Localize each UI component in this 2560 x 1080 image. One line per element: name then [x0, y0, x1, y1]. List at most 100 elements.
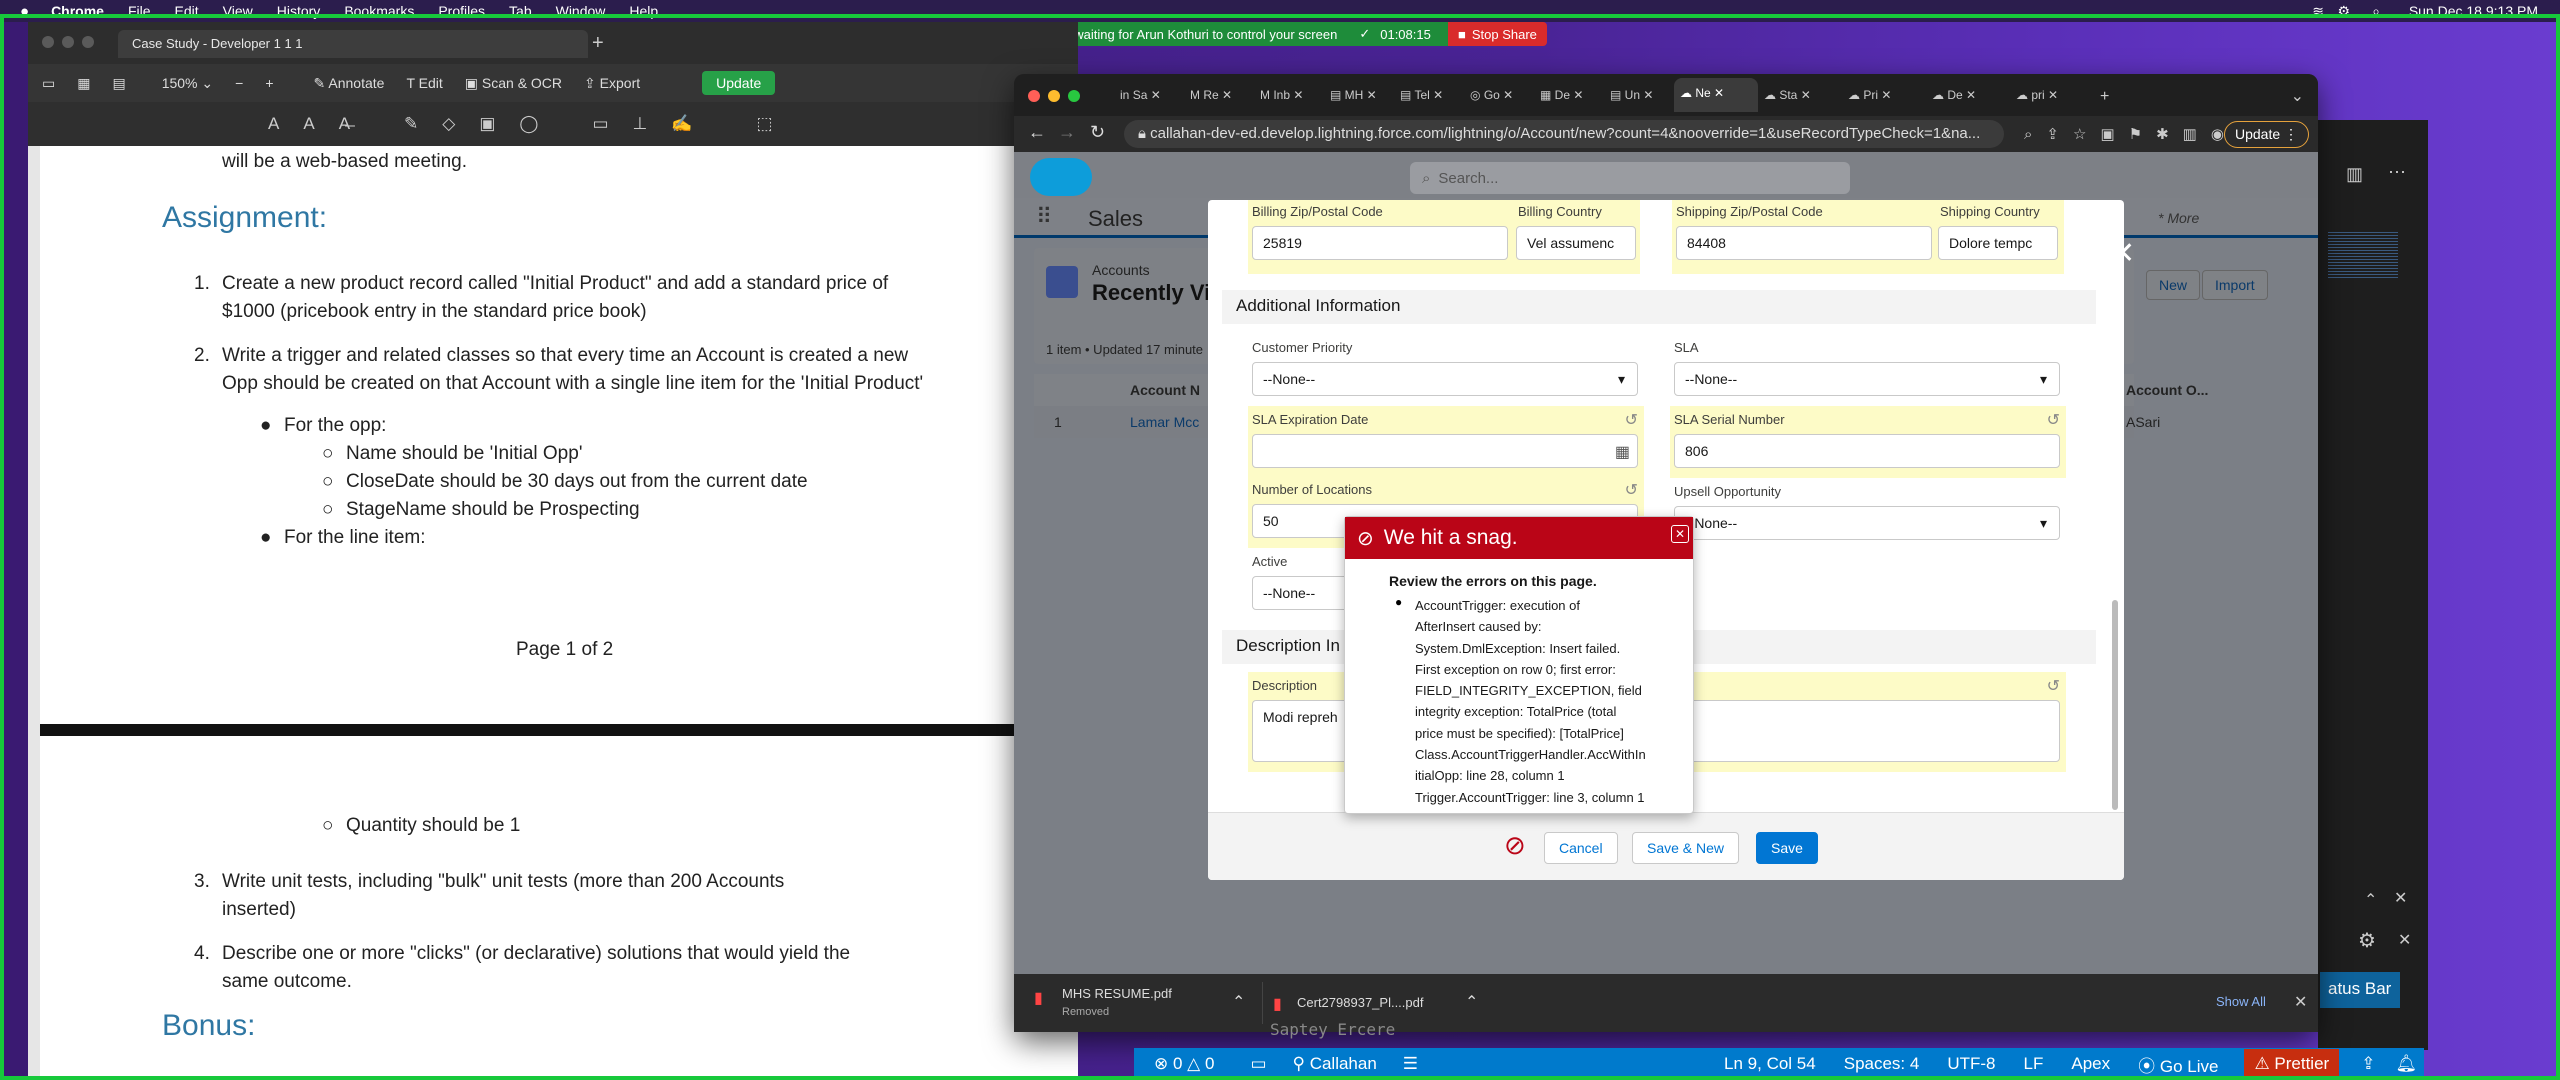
indent-setting[interactable]: Spaces: 4	[1844, 1054, 1920, 1074]
row-account-link[interactable]: Lamar Mcc	[1130, 414, 1199, 430]
more-actions-icon[interactable]: ⋯	[2388, 162, 2406, 183]
forward-icon[interactable]: →	[1058, 122, 1076, 143]
wifi-icon[interactable]: ≋	[2312, 3, 2324, 20]
nav-more[interactable]: * More	[2158, 210, 2199, 226]
highlight-icon[interactable]: ✎	[404, 114, 418, 134]
download-item[interactable]: ▮ Cert2798937_Pl....pdf ⌃	[1262, 982, 1488, 1024]
undo-icon[interactable]: ↺	[1625, 480, 1638, 500]
shipping-country-input[interactable]: Dolore tempc	[1938, 226, 2058, 260]
chevron-up-icon[interactable]: ⌃	[1465, 992, 1478, 1012]
encoding[interactable]: UTF-8	[1947, 1054, 1995, 1074]
close-downloads-icon[interactable]: ✕	[2294, 992, 2307, 1012]
minimize-window-icon[interactable]	[62, 36, 74, 48]
notifications-icon[interactable]: 🔔︎	[2395, 1054, 2417, 1074]
menu-tab[interactable]: Tab	[509, 3, 532, 19]
export-button[interactable]: ⇪ Export	[584, 75, 640, 92]
scan-button[interactable]: ▣ Scan & OCR	[465, 75, 562, 92]
new-tab-icon[interactable]: +	[2094, 80, 2115, 110]
errors-indicator[interactable]: ⊗ 0 △ 0	[1154, 1054, 1214, 1074]
list-title[interactable]: Recently Vie	[1092, 280, 1222, 306]
chevron-up-icon[interactable]: ⌃	[1232, 992, 1245, 1012]
text-style-icon[interactable]: A	[268, 114, 279, 134]
menu-help[interactable]: Help	[629, 3, 658, 19]
browser-tab[interactable]: M Re ✕	[1184, 80, 1254, 110]
customer-priority-select[interactable]: --None-- ▾	[1252, 362, 1638, 396]
column-account[interactable]: Account N	[1130, 382, 1200, 398]
extensions-puzzle-icon[interactable]: ✱	[2156, 125, 2169, 143]
address-bar[interactable]: 🔒︎ callahan-dev-ed.develop.lightning.for…	[1124, 120, 2004, 148]
close-window-icon[interactable]	[1028, 90, 1040, 102]
billing-zip-input[interactable]: 25819	[1252, 226, 1508, 260]
browser-tab[interactable]: ▤ Tel ✕	[1394, 80, 1464, 110]
browser-tab[interactable]: ◎ Go ✕	[1464, 80, 1534, 110]
clock[interactable]: Sun Dec 18 9:13 PM	[2409, 3, 2538, 19]
stamp-icon[interactable]: ⊥	[633, 114, 648, 134]
feedback-icon[interactable]: ⇪	[2361, 1054, 2375, 1074]
zoom-window-icon[interactable]	[82, 36, 94, 48]
app-launcher-icon[interactable]: ⠿	[1036, 204, 1052, 230]
minimize-window-icon[interactable]	[1048, 90, 1060, 102]
prettier-button[interactable]: ⚠ Prettier	[2244, 1049, 2340, 1079]
bookmark-star-icon[interactable]: ☆	[2073, 125, 2086, 143]
update-button[interactable]: Update	[702, 71, 776, 95]
sla-expiration-input[interactable]	[1252, 434, 1638, 468]
textbox-icon[interactable]: ▣	[479, 114, 495, 134]
undo-icon[interactable]: ↺	[1625, 410, 1638, 430]
menu-window[interactable]: Window	[556, 3, 606, 19]
cursor-position[interactable]: Ln 9, Col 54	[1724, 1054, 1816, 1074]
show-all-button[interactable]: Show All	[2216, 994, 2266, 1009]
profile-avatar[interactable]: ◉	[2211, 125, 2224, 143]
undo-icon[interactable]: ↺	[2047, 676, 2060, 696]
text-color-icon[interactable]: A	[303, 114, 314, 134]
sidebar-icon[interactable]: ▭	[42, 75, 55, 92]
import-button[interactable]: Import	[2202, 270, 2268, 300]
crop-icon[interactable]: ⬚	[757, 114, 773, 134]
browser-tab-active[interactable]: ☁ Ne ✕	[1674, 78, 1758, 112]
download-item[interactable]: ▮ MHS RESUME.pdf Removed ⌃	[1024, 982, 1250, 1024]
sidepanel-icon[interactable]: ▥	[2183, 125, 2197, 143]
billing-country-input[interactable]: Vel assumenc	[1516, 226, 1636, 260]
tab-search-icon[interactable]: ⌄	[2291, 86, 2304, 106]
menu-app-name[interactable]: Chrome	[51, 3, 104, 19]
cancel-button[interactable]: Cancel	[1544, 832, 1618, 864]
new-button[interactable]: New	[2146, 270, 2201, 300]
browser-tab[interactable]: ☁ Sta ✕	[1758, 80, 1842, 110]
settings-icon[interactable]: ⚙	[2358, 928, 2376, 953]
eol[interactable]: LF	[2024, 1054, 2044, 1074]
zoom-out-icon[interactable]: −	[235, 75, 243, 91]
zoom-in-icon[interactable]: +	[265, 75, 273, 91]
control-center-icon[interactable]: ⚙	[2337, 3, 2350, 20]
menu-view[interactable]: View	[223, 3, 253, 19]
extension-icon[interactable]: ⚑	[2129, 125, 2142, 143]
apple-icon[interactable]: ●	[20, 3, 29, 20]
share-icon[interactable]: ⇪	[2046, 125, 2059, 143]
menu-history[interactable]: History	[277, 3, 321, 19]
strikethrough-icon[interactable]: A̶	[339, 114, 350, 134]
status-bar-button[interactable]: atus Bar	[2320, 972, 2400, 1008]
undo-icon[interactable]: ↺	[2047, 410, 2060, 430]
search-icon[interactable]: ⌕	[2372, 3, 2380, 20]
close-panel-icon[interactable]: ✕	[2394, 888, 2407, 908]
annotate-button[interactable]: ✎ Annotate	[314, 75, 385, 92]
stop-share-button[interactable]: ■ Stop Share	[1448, 22, 1547, 46]
panel-icon[interactable]: ▭	[1250, 1054, 1266, 1074]
grid-icon[interactable]: ▤	[112, 75, 125, 92]
calendar-icon[interactable]: ▦	[1615, 442, 1630, 462]
zoom-select[interactable]: 150% ⌄	[162, 75, 213, 92]
extension-icon[interactable]: ▣	[2100, 125, 2114, 143]
browser-tab[interactable]: ☁ De ✕	[1926, 80, 2010, 110]
close-window-icon[interactable]	[42, 36, 54, 48]
save-button[interactable]: Save	[1756, 832, 1818, 864]
browser-tab[interactable]: ▦ De ✕	[1534, 80, 1604, 110]
language-mode[interactable]: Apex	[2071, 1054, 2110, 1074]
chrome-update-button[interactable]: Update ⋮	[2224, 121, 2310, 148]
zoom-window-icon[interactable]	[1068, 90, 1080, 102]
menu-icon[interactable]: ☰	[1403, 1054, 1418, 1074]
browser-tab[interactable]: ▤ Un ✕	[1604, 80, 1674, 110]
browser-tab[interactable]: M Inb ✕	[1254, 80, 1324, 110]
thumbnails-icon[interactable]: ▦	[77, 75, 90, 92]
column-owner[interactable]: Account O...	[2126, 382, 2208, 398]
modal-scrollbar[interactable]	[2112, 600, 2118, 810]
org-indicator[interactable]: ⚲ Callahan	[1293, 1054, 1377, 1074]
browser-tab[interactable]: ☁ pri ✕	[2010, 80, 2094, 110]
